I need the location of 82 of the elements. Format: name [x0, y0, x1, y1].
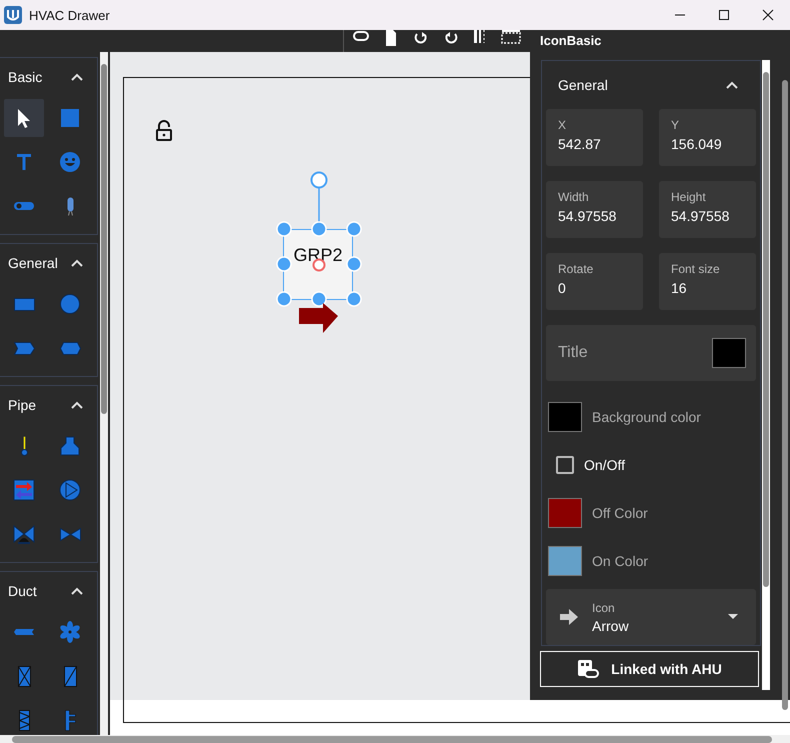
number-field[interactable]: Height 54.97558: [659, 181, 756, 238]
thermometer-icon: [20, 436, 28, 456]
maximize-icon: [718, 9, 730, 21]
color-swatch[interactable]: [548, 402, 582, 432]
field-value: 156.049: [671, 136, 723, 152]
number-field[interactable]: Font size 16: [659, 253, 756, 310]
icon-dropdown[interactable]: Icon Arrow: [546, 589, 756, 645]
bulb-icon: [66, 196, 74, 216]
field-label: Title: [558, 344, 588, 362]
field-label: Icon: [592, 600, 616, 614]
number-field[interactable]: Y 156.049: [659, 109, 756, 166]
scrollbar[interactable]: [100, 52, 108, 735]
rectangle-icon: [14, 298, 34, 310]
linked-button[interactable]: Linked with AHU: [540, 651, 759, 687]
checkbox-label: On/Off: [584, 457, 625, 473]
actuator-valve-icon: [12, 522, 36, 546]
section-title[interactable]: General: [558, 77, 608, 93]
field-value: 16: [671, 280, 688, 296]
field-label: Font size: [671, 262, 721, 276]
field-label: Height: [671, 190, 707, 204]
pointer-icon: [17, 108, 31, 128]
panel-title: IconBasic: [539, 32, 602, 50]
close-icon: [762, 9, 774, 21]
color-label: Background color: [592, 409, 701, 425]
pump-icon: [58, 478, 82, 502]
scrollbar-thumb[interactable]: [782, 80, 788, 710]
scrollbar[interactable]: [762, 60, 770, 690]
chevron-shape-icon: [14, 342, 34, 354]
tool-button[interactable]: [4, 99, 44, 137]
manifold-icon: [64, 710, 76, 730]
color-swatch[interactable]: [548, 546, 582, 576]
section-title[interactable]: Pipe: [8, 397, 36, 413]
number-field[interactable]: X 542.87: [546, 109, 643, 166]
window-title: HVAC Drawer: [29, 8, 111, 22]
chevron-icon[interactable]: [726, 81, 738, 89]
field-value: 542.87: [558, 136, 602, 152]
color-label: On Color: [592, 553, 648, 569]
fan-icon: [58, 620, 82, 644]
chevron-icon[interactable]: [71, 401, 83, 409]
toggle-icon: [14, 202, 34, 210]
damper-icon: [64, 666, 76, 686]
field-value: 0: [558, 280, 567, 296]
scrollbar[interactable]: [0, 735, 790, 743]
heat-exchanger-icon: [12, 478, 36, 502]
section-title[interactable]: General: [8, 255, 58, 271]
color-label: Off Color: [592, 505, 648, 521]
checkbox[interactable]: [556, 456, 574, 474]
chevron-icon[interactable]: [71, 73, 83, 81]
title-field[interactable]: Title: [546, 325, 756, 381]
filter-icon: [18, 666, 30, 686]
linked-device-icon: [577, 659, 600, 679]
app-icon: [4, 6, 22, 24]
arrow-icon: [299, 303, 338, 333]
text-tool-icon: [17, 154, 31, 170]
field-label: Width: [558, 190, 590, 204]
coil-icon: [18, 710, 30, 730]
unlocked-padlock-icon[interactable]: [155, 120, 173, 142]
color-swatch[interactable]: [712, 338, 746, 368]
field-label: Rotate: [558, 262, 594, 276]
field-value: 54.97558: [671, 208, 730, 224]
node-label: GRP2: [292, 245, 344, 266]
valve-icon: [60, 528, 80, 540]
circle-icon: [58, 292, 82, 316]
color-swatch[interactable]: [548, 498, 582, 528]
field-label: Y: [671, 118, 680, 132]
chevron-icon[interactable]: [71, 587, 83, 595]
section-title[interactable]: Duct: [8, 583, 37, 599]
smiley-icon: [58, 150, 82, 174]
tank-icon: [58, 434, 82, 458]
dropdown-caret-icon: [728, 614, 738, 620]
square-icon: [58, 106, 82, 130]
frame-icon[interactable]: [500, 30, 522, 46]
field-value: 54.97558: [558, 208, 618, 224]
hexagon-icon: [60, 342, 80, 354]
field-value: Arrow: [592, 618, 630, 634]
number-field[interactable]: Rotate 0: [546, 253, 643, 310]
arrow-icon: [560, 609, 578, 625]
field-label: X: [558, 118, 568, 132]
chevron-icon[interactable]: [71, 259, 83, 267]
duct-icon: [14, 629, 34, 635]
number-field[interactable]: Width 54.97558: [546, 181, 643, 238]
section-title[interactable]: Basic: [8, 69, 42, 85]
